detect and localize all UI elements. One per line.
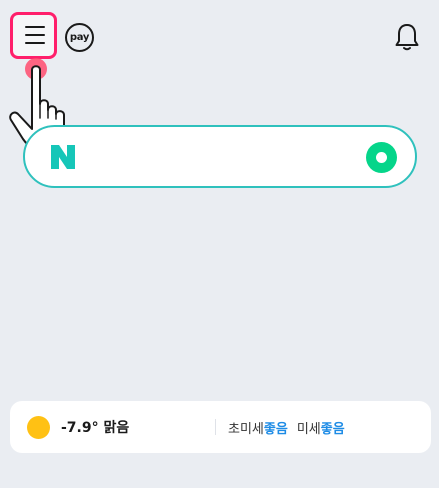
fine-dust-status: 좋음 <box>263 422 288 437</box>
pay-label: pay <box>69 32 90 43</box>
menu-button[interactable] <box>10 12 57 59</box>
weather-summary: -7.9° 맑음 <box>61 417 129 437</box>
dust-label: 미세 <box>296 422 321 437</box>
weather-condition: 맑음 <box>103 420 130 436</box>
sun-icon <box>27 416 50 439</box>
air-quality: 초미세좋음 미세좋음 <box>228 418 345 437</box>
search-bar[interactable] <box>23 125 417 188</box>
pay-button[interactable]: pay <box>65 23 94 52</box>
green-dot-lens-button[interactable] <box>366 142 397 173</box>
bell-icon[interactable] <box>393 22 421 52</box>
dust-status: 좋음 <box>320 422 345 437</box>
naver-logo-icon <box>51 145 75 169</box>
weather-widget[interactable]: -7.9° 맑음 초미세좋음 미세좋음 <box>10 401 431 453</box>
fine-dust-label: 초미세 <box>228 422 264 437</box>
temperature: -7.9° <box>61 420 99 436</box>
hamburger-menu-icon <box>25 25 45 45</box>
divider <box>215 419 216 435</box>
